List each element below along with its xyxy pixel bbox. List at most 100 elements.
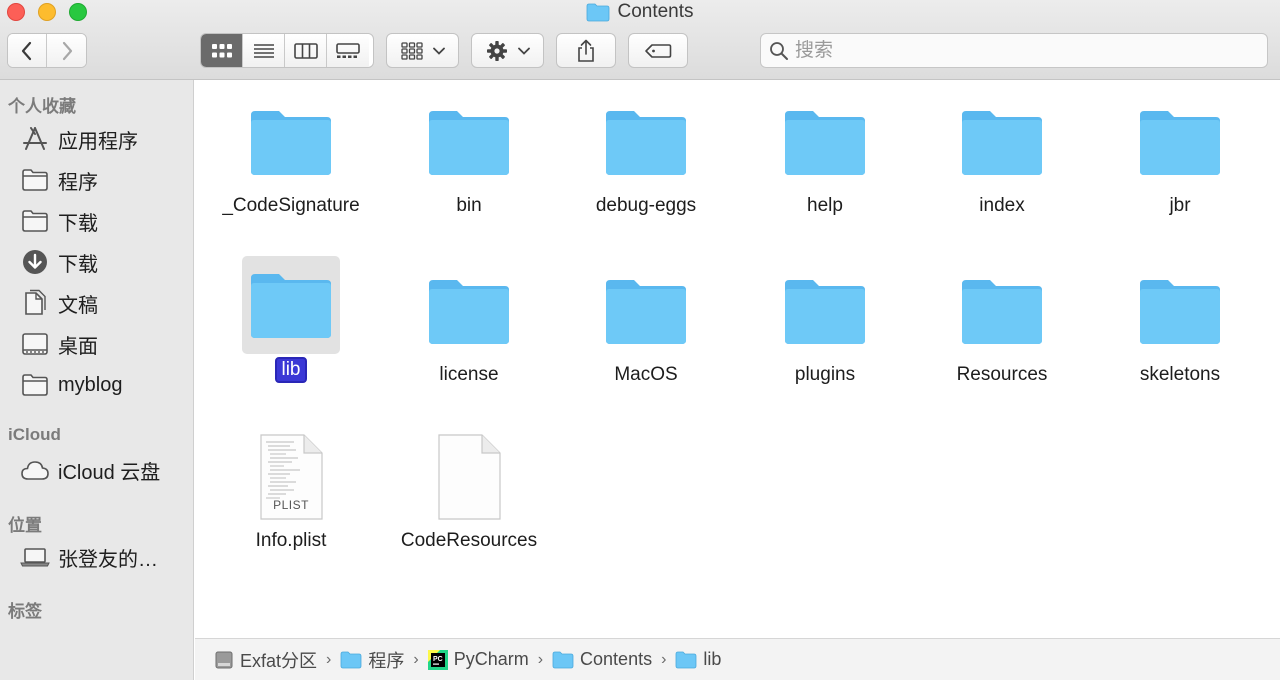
sidebar-item-myblog[interactable]: myblog <box>20 370 190 400</box>
folder-icon <box>953 93 1051 191</box>
path-crumb-programs[interactable]: 程序 <box>340 647 404 673</box>
path-bar: Exfat分区 › 程序 › PC PyCharm › Contents › l… <box>195 638 1280 680</box>
list-view-icon <box>253 43 274 58</box>
folder-icon <box>552 651 574 668</box>
sidebar-item-label: 下载 <box>58 212 98 235</box>
sidebar-item-icloud-drive[interactable]: iCloud 云盘 <box>20 455 190 485</box>
tag-icon <box>645 43 672 58</box>
sidebar-item-label: 应用程序 <box>58 130 138 153</box>
sidebar-item-documents[interactable]: 文稿 <box>20 288 190 318</box>
file-name-label: bin <box>456 195 482 216</box>
path-crumb-label: Contents <box>580 649 653 669</box>
laptop-icon <box>20 543 50 571</box>
icon-view-icon <box>211 43 232 57</box>
folder-icon <box>20 371 50 399</box>
sidebar-item-applications[interactable]: 应用程序 <box>20 124 190 154</box>
search-field[interactable] <box>760 33 1268 68</box>
file-item-skeletons[interactable]: skeletons <box>1091 262 1269 387</box>
sidebar-item-label: 文稿 <box>58 294 98 317</box>
folder-icon <box>420 262 518 360</box>
folder-icon <box>340 651 362 668</box>
sidebar-item-label: 程序 <box>58 171 98 194</box>
file-name-label: _CodeSignature <box>222 195 360 216</box>
documents-icon <box>20 289 50 317</box>
file-icon-grid: _CodeSignature bin debug-eggs help index… <box>195 80 1280 638</box>
file-name-label: debug-eggs <box>595 195 697 216</box>
gallery-view-icon <box>336 42 360 58</box>
file-item-lib[interactable]: lib <box>202 256 380 383</box>
group-grid-icon <box>400 41 423 60</box>
drive-icon <box>215 651 233 668</box>
back-button[interactable] <box>8 34 48 67</box>
list-view-button[interactable] <box>243 34 285 67</box>
sidebar-item-macbook[interactable]: 张登友的… <box>20 542 190 572</box>
file-item-codesignature[interactable]: _CodeSignature <box>202 93 380 218</box>
folder-icon <box>597 93 695 191</box>
sidebar-item-label: iCloud 云盘 <box>58 461 161 484</box>
path-crumb-lib[interactable]: lib <box>675 649 721 670</box>
file-item-license[interactable]: license <box>380 262 558 387</box>
path-crumb-exfat[interactable]: Exfat分区 <box>214 647 317 673</box>
folder-icon <box>242 256 340 354</box>
navigation-buttons <box>7 33 87 68</box>
window-toolbar: Contents <box>0 0 1280 80</box>
folder-icon <box>676 651 697 668</box>
file-item-help[interactable]: help <box>736 93 914 218</box>
group-by-button[interactable] <box>386 33 459 68</box>
chevron-left-icon <box>21 41 32 60</box>
column-view-button[interactable] <box>285 34 327 67</box>
folder-icon <box>20 166 50 194</box>
folder-icon <box>587 3 610 21</box>
chevron-down-icon <box>432 47 445 55</box>
folder-icon <box>20 207 50 235</box>
column-view-icon <box>293 42 318 59</box>
file-name-label: jbr <box>1169 195 1191 216</box>
action-menu-button[interactable] <box>471 33 544 68</box>
sidebar-item-downloads[interactable]: 下载 <box>20 247 190 277</box>
gallery-view-button[interactable] <box>327 34 369 67</box>
file-name-label: license <box>439 364 499 385</box>
file-item-debug-eggs[interactable]: debug-eggs <box>557 93 735 218</box>
forward-button[interactable] <box>47 34 86 67</box>
file-name-label: index <box>979 195 1025 216</box>
desktop-icon <box>20 330 50 358</box>
share-button[interactable] <box>556 33 616 68</box>
sidebar-item-label: 张登友的… <box>58 548 158 571</box>
pycharm-icon: PC <box>427 649 448 670</box>
file-item-jbr[interactable]: jbr <box>1091 93 1269 218</box>
applications-icon <box>20 125 50 153</box>
path-separator: › <box>326 650 332 668</box>
path-crumb-contents[interactable]: Contents <box>552 649 652 670</box>
file-item-macos[interactable]: MacOS <box>557 262 735 387</box>
path-crumb-pycharm[interactable]: PC PyCharm <box>427 649 529 670</box>
file-name-label: skeletons <box>1139 364 1221 385</box>
file-item-bin[interactable]: bin <box>380 93 558 218</box>
folder-icon <box>597 262 695 360</box>
search-input[interactable] <box>795 39 1235 62</box>
sidebar: 个人收藏 应用程序 程序 下载 下载 文稿 桌面 myblog iCloud i… <box>0 80 194 680</box>
search-icon <box>770 41 788 60</box>
file-item-index[interactable]: index <box>913 93 1091 218</box>
sidebar-item-programs[interactable]: 程序 <box>20 165 190 195</box>
cloud-icon <box>20 456 50 484</box>
document-file-icon <box>420 428 518 526</box>
file-item-resources[interactable]: Resources <box>913 262 1091 387</box>
file-item-coderesources[interactable]: CodeResources <box>380 428 558 553</box>
sidebar-item-download-folder[interactable]: 下载 <box>20 206 190 236</box>
file-name-label: help <box>807 195 843 216</box>
path-crumb-label: Exfat分区 <box>240 650 318 671</box>
tag-button[interactable] <box>628 33 688 68</box>
sidebar-header-locations: 位置 <box>8 516 42 535</box>
folder-icon <box>1131 262 1229 360</box>
gear-icon <box>486 40 507 61</box>
file-item-info-plist[interactable]: PLIST Info.plist <box>202 428 380 553</box>
file-item-plugins[interactable]: plugins <box>736 262 914 387</box>
chevron-right-icon <box>62 41 72 60</box>
sidebar-item-desktop[interactable]: 桌面 <box>20 329 190 359</box>
path-separator: › <box>413 650 419 668</box>
icon-view-button[interactable] <box>201 34 243 67</box>
path-crumb-label: lib <box>703 649 722 669</box>
share-icon <box>578 39 594 62</box>
window-title-text: Contents <box>617 1 694 22</box>
view-mode-control <box>200 33 374 68</box>
